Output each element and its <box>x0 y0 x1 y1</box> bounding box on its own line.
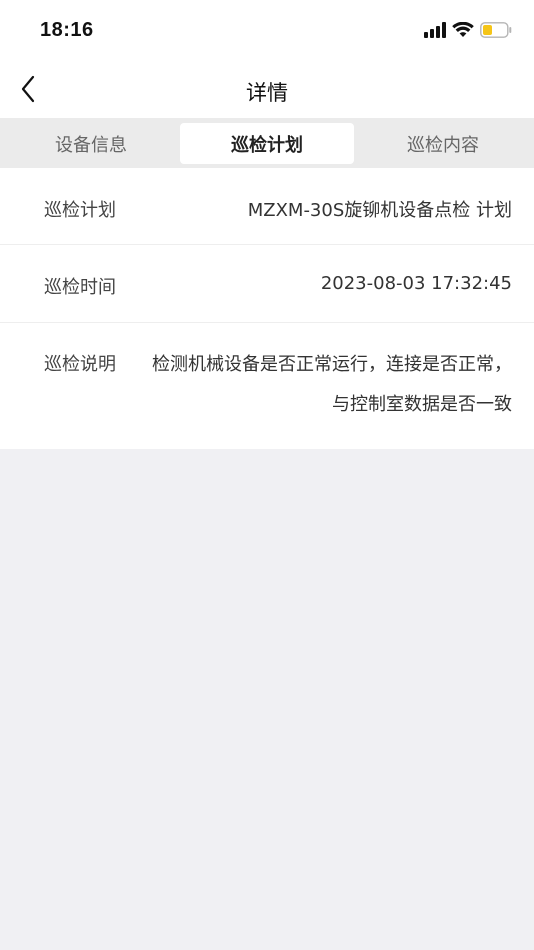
nav-bar: 详情 <box>0 64 534 118</box>
status-icons <box>424 21 512 42</box>
tab-bar: 设备信息 巡检计划 巡检内容 <box>0 118 534 168</box>
tab-device-info[interactable]: 设备信息 <box>4 123 178 164</box>
page-title: 详情 <box>246 81 288 105</box>
description-label: 巡检说明 <box>44 354 116 375</box>
status-time: 18:16 <box>40 19 94 41</box>
wifi-icon <box>452 21 474 42</box>
detail-list: 巡检计划 MZXM-30S旋铆机设备点检 计划 巡检时间 2023-08-03 … <box>0 168 534 449</box>
tab-inspection-plan[interactable]: 巡检计划 <box>180 123 354 164</box>
detail-row-description: 巡检说明 检测机械设备是否正常运行，连接是否正常，与控制室数据是否一致 <box>0 323 534 449</box>
tab-inspection-content[interactable]: 巡检内容 <box>356 123 530 164</box>
time-value: 2023-08-03 17:32:45 <box>320 273 512 294</box>
plan-value: MZXM-30S旋铆机设备点检 计划 <box>247 200 512 221</box>
detail-row-plan: 巡检计划 MZXM-30S旋铆机设备点检 计划 <box>0 168 534 245</box>
description-value: 检测机械设备是否正常运行，连接是否正常，与控制室数据是否一致 <box>152 354 512 415</box>
cellular-signal-icon <box>424 22 446 42</box>
detail-row-time: 巡检时间 2023-08-03 17:32:45 <box>0 245 534 323</box>
status-bar: 18:16 <box>0 0 534 64</box>
battery-icon <box>480 22 512 42</box>
time-label: 巡检时间 <box>44 277 116 298</box>
plan-label: 巡检计划 <box>44 200 116 221</box>
